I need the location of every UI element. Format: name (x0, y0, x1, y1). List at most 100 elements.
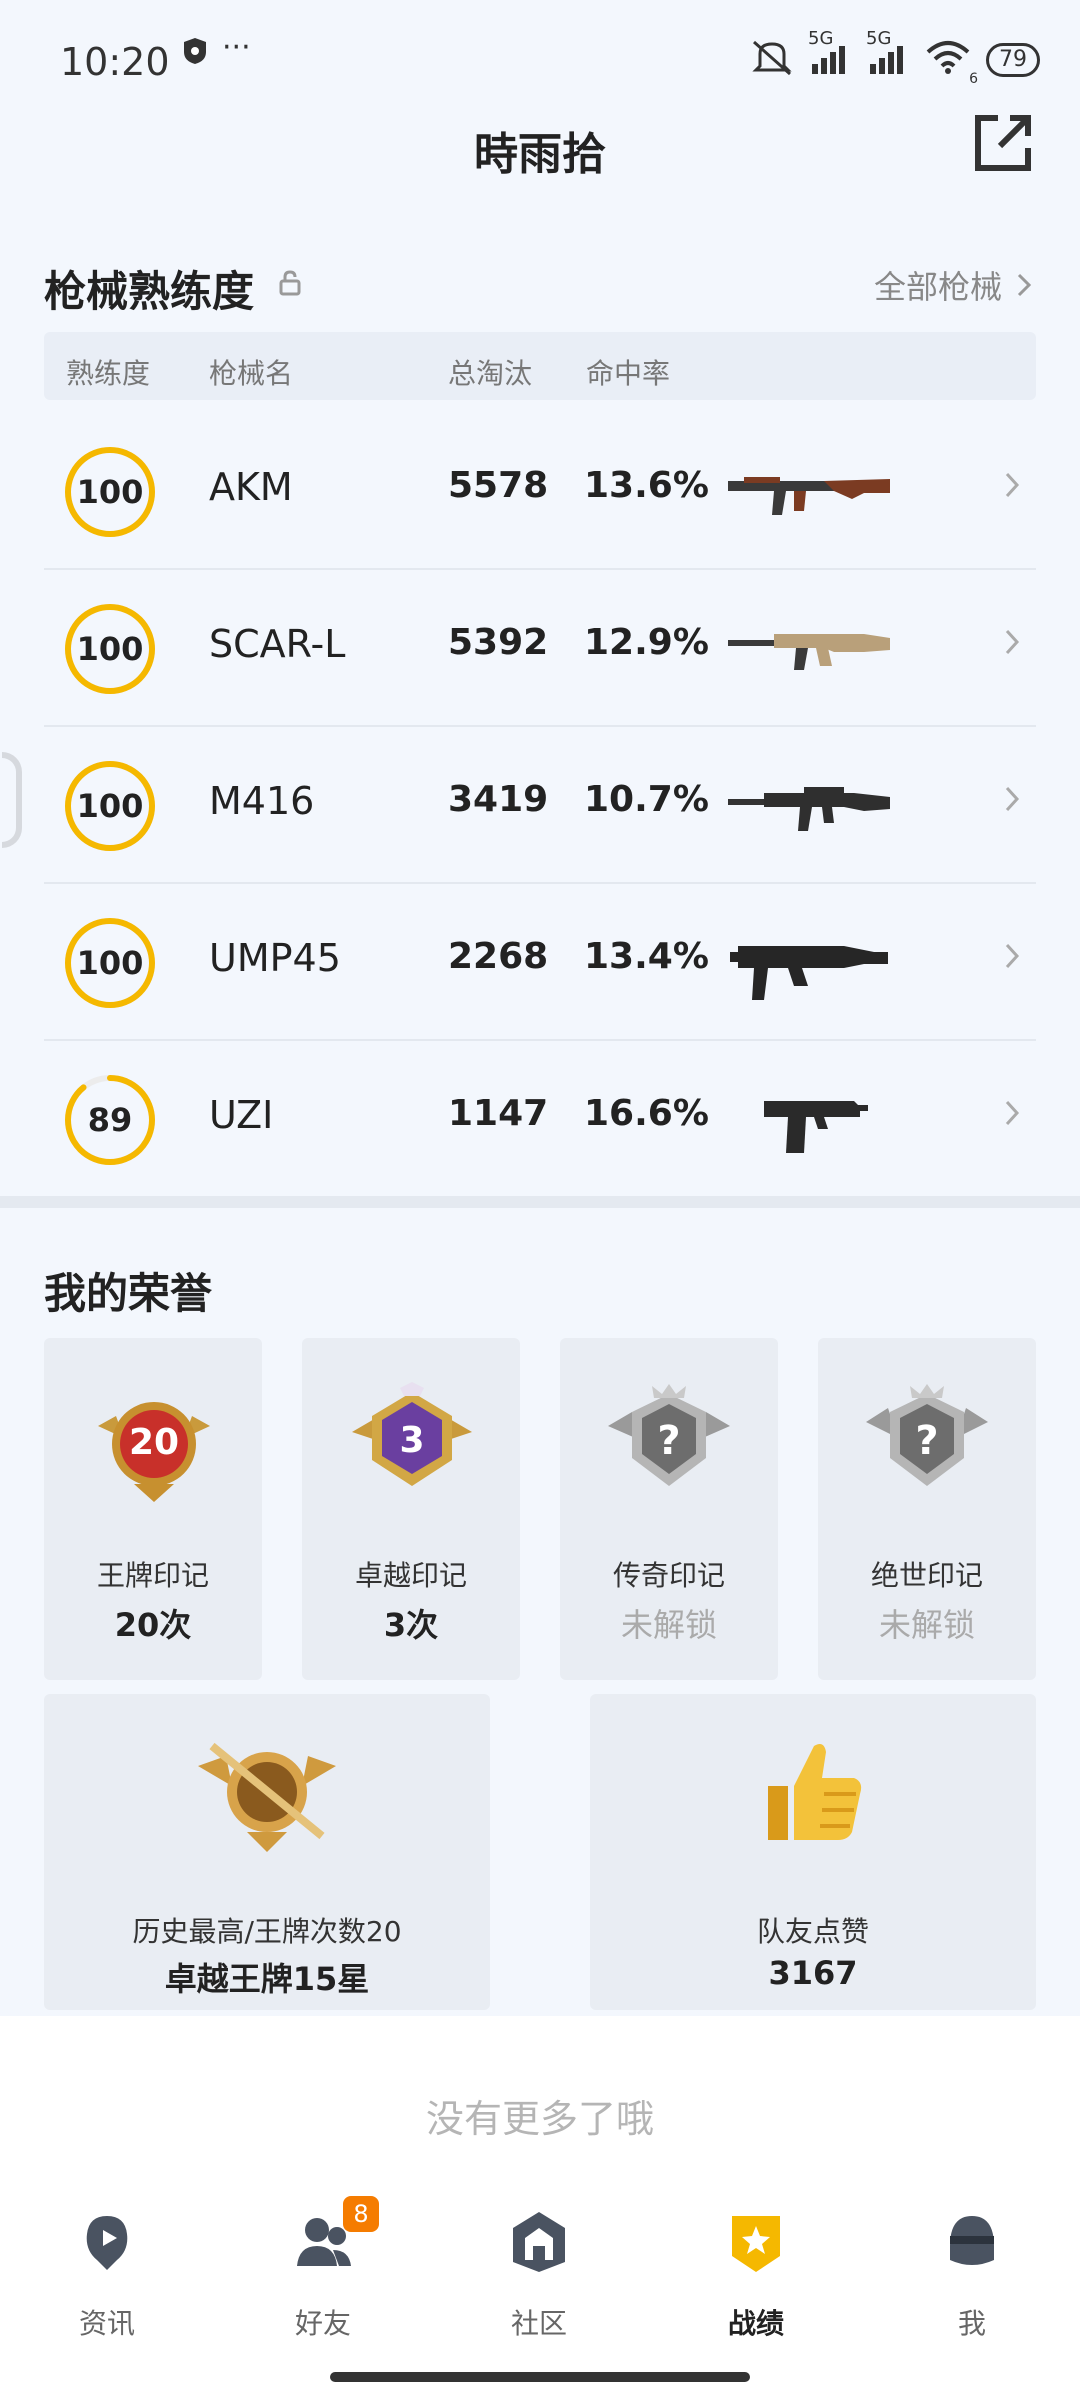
proficiency-value: 89 (87, 1101, 133, 1139)
status-time: 10:20 (60, 40, 170, 84)
m416-rifle-icon (724, 767, 894, 847)
honor-card-ace[interactable]: 20 王牌印记 20次 (44, 1338, 262, 1680)
proficiency-ring: 100 (64, 446, 156, 538)
honor-label: 王牌印记 (96, 1559, 209, 1592)
proficiency-ring: 100 (64, 917, 156, 1009)
likes-value: 3167 (768, 1954, 858, 1992)
rank-emblem-icon (192, 1736, 342, 1856)
honor-card-legend[interactable]: ? 传奇印记 未解锁 (560, 1338, 778, 1680)
honor-card-excellence[interactable]: 3 卓越印记 3次 (302, 1338, 520, 1680)
app-notification-icon (180, 36, 210, 74)
legend-mark-badge-icon: ? (606, 1382, 732, 1506)
chevron-right-icon (1005, 629, 1020, 655)
honor-label: 绝世印记 (870, 1559, 983, 1592)
signal-2-icon: 5G (866, 28, 910, 81)
page-title: 時雨拾 (474, 129, 606, 180)
likes-label: 队友点赞 (756, 1915, 869, 1948)
honor-value: 20次 (114, 1606, 192, 1644)
weapon-kills: 3419 (448, 779, 549, 820)
nav-label: 社区 (510, 2307, 567, 2340)
weapon-hit-rate: 16.6% (584, 1093, 709, 1134)
chevron-right-icon (1005, 943, 1020, 969)
proficiency-value: 100 (76, 944, 144, 982)
nav-friends[interactable]: 8 好友 (253, 2196, 393, 2340)
nav-profile[interactable]: 我 (902, 2210, 1042, 2340)
col-proficiency: 熟练度 (66, 357, 151, 390)
proficiency-ring: 100 (64, 603, 156, 695)
honor-value: 未解锁 (620, 1606, 717, 1644)
weapon-proficiency-title: 枪械熟练度 (44, 267, 255, 316)
weapon-hit-rate: 12.9% (584, 622, 709, 663)
peerless-mark-badge-text: ? (915, 1418, 939, 1464)
chevron-right-icon (1005, 786, 1020, 812)
nav-label: 我 (957, 2307, 986, 2340)
honor-card-peerless[interactable]: ? 绝世印记 未解锁 (818, 1338, 1036, 1680)
weapon-hit-rate: 13.4% (584, 936, 709, 977)
weapon-row-uzi[interactable]: 89 UZI 1147 16.6% (44, 1041, 1036, 1198)
proficiency-value: 100 (76, 473, 144, 511)
chevron-right-icon (1017, 273, 1032, 297)
status-icons: 5G 5G 6 79 (750, 28, 1040, 87)
profile-icon (950, 2216, 994, 2265)
best-rank-value: 卓越王牌15星 (164, 1960, 370, 1998)
chevron-right-icon (1005, 1100, 1020, 1126)
proficiency-value: 100 (76, 787, 144, 825)
all-weapons-link[interactable]: 全部枪械 (874, 262, 1032, 308)
ump45-smg-icon (724, 924, 894, 1004)
col-weapon-name: 枪械名 (209, 357, 294, 390)
weapon-table-header: 熟练度 枪械名 总淘汰 命中率 (44, 332, 1036, 400)
friends-notification-badge: 8 (343, 2196, 379, 2232)
weapon-kills: 5578 (448, 465, 549, 506)
akm-rifle-icon (724, 453, 894, 533)
news-icon (86, 2216, 128, 2270)
bottom-navigation: 资讯 8 好友 社区 战绩 我 (0, 2196, 1080, 2400)
community-icon (513, 2212, 565, 2272)
thumbs-up-icon (760, 1736, 866, 1846)
weapon-name: UMP45 (209, 936, 341, 980)
excellence-mark-badge-number: 3 (399, 1420, 425, 1461)
weapon-kills: 2268 (448, 936, 549, 977)
honors-title: 我的荣誉 (44, 1269, 213, 1318)
share-button[interactable] (970, 110, 1036, 176)
weapon-row-ump45[interactable]: 100 UMP45 2268 13.4% (44, 884, 1036, 1041)
weapon-hit-rate: 10.7% (584, 779, 709, 820)
weapon-kills: 1147 (448, 1093, 549, 1134)
section-divider (0, 1196, 1080, 1208)
top-header: 時雨拾 (0, 100, 1080, 190)
mute-icon (750, 38, 794, 82)
proficiency-ring: 89 (64, 1074, 156, 1166)
weapon-name: SCAR-L (209, 622, 346, 666)
weapon-row-m416[interactable]: 100 M416 3419 10.7% (44, 727, 1036, 884)
weapon-name: UZI (209, 1093, 274, 1137)
record-icon (732, 2216, 780, 2272)
proficiency-value: 100 (76, 630, 144, 668)
share-icon (975, 115, 1031, 171)
nav-news[interactable]: 资讯 (37, 2210, 177, 2340)
honor-value: 3次 (383, 1606, 439, 1644)
weapon-name: AKM (209, 465, 293, 509)
weapon-hit-rate: 13.6% (584, 465, 709, 506)
ace-mark-badge-number: 20 (128, 1422, 180, 1463)
battery-indicator: 79 (986, 43, 1040, 77)
nav-record[interactable]: 战绩 (686, 2210, 826, 2340)
excellence-mark-badge-icon: 3 (350, 1382, 474, 1506)
home-indicator[interactable] (330, 2372, 750, 2382)
side-drawer-handle[interactable] (2, 752, 22, 848)
ace-mark-badge-icon: 20 (94, 1386, 214, 1506)
all-weapons-label: 全部枪械 (873, 268, 1002, 306)
weapon-row-akm[interactable]: 100 AKM 5578 13.6% (44, 413, 1036, 570)
best-rank-label: 历史最高/王牌次数20 (132, 1915, 402, 1948)
signal-1-icon: 5G (808, 28, 852, 81)
lock-icon[interactable] (278, 270, 302, 300)
weapon-row-scar-l[interactable]: 100 SCAR-L 5392 12.9% (44, 570, 1036, 727)
scar-rifle-icon (724, 610, 894, 690)
best-rank-card[interactable]: 历史最高/王牌次数20 卓越王牌15星 (44, 1694, 490, 2010)
nav-community[interactable]: 社区 (469, 2210, 609, 2340)
weapon-name: M416 (209, 779, 315, 823)
wifi-icon: 6 (924, 40, 978, 87)
app-page: { "status_bar": { "time": "10:20", "dots… (0, 0, 1080, 2400)
nav-label: 好友 (294, 2307, 351, 2340)
more-notifications-icon: ··· (222, 30, 251, 65)
teammate-likes-card[interactable]: 队友点赞 3167 (590, 1694, 1036, 2010)
honor-value: 未解锁 (878, 1606, 975, 1644)
